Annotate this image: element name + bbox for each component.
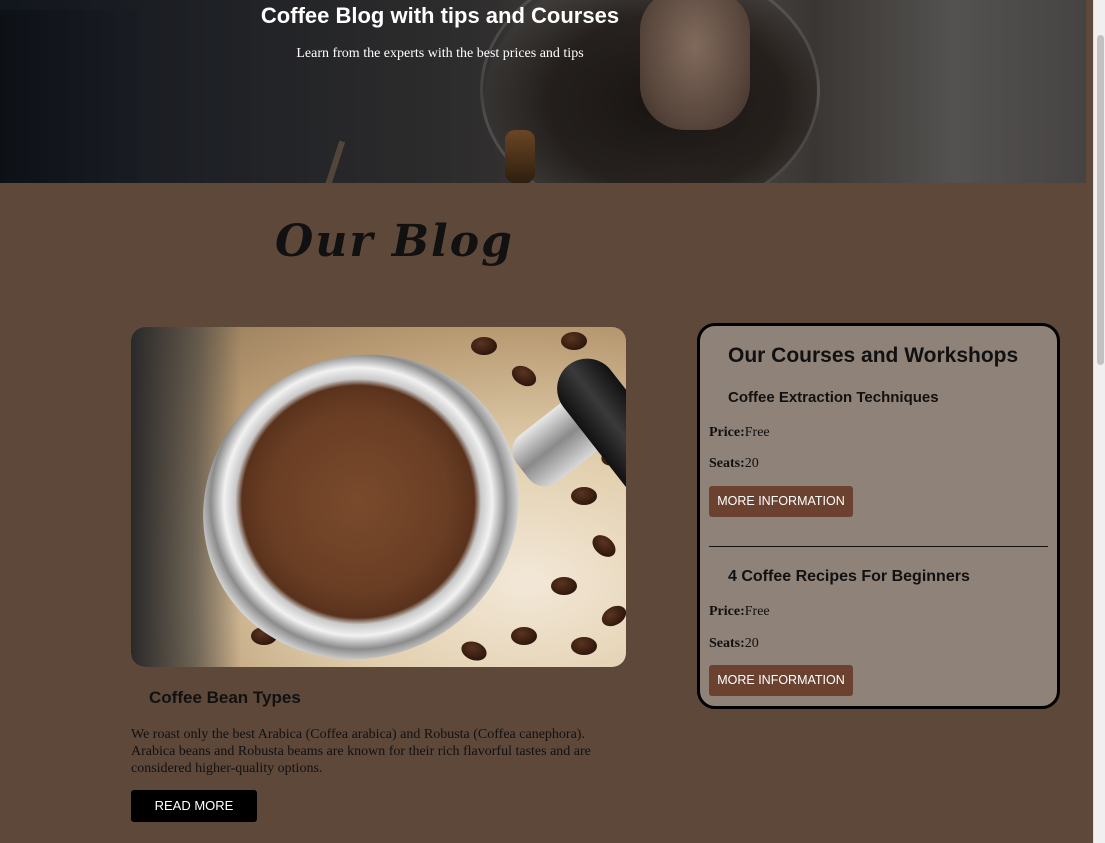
course-price: Price:Free [709,604,770,620]
blog-card-image [131,327,626,667]
seats-value: 20 [744,456,759,471]
coffee-bean [458,638,490,664]
hero-title: Coffee Blog with tips and Courses [260,3,620,28]
coffee-bean [551,577,577,595]
courses-title: Our Courses and Workshops [728,344,1019,367]
price-value: Free [744,425,770,440]
coffee-bean [571,637,597,655]
coffee-bean [508,361,540,391]
seats-value: 20 [744,636,759,651]
scrollbar-thumb[interactable] [1097,35,1104,365]
coffee-bean [571,487,597,505]
course-price: Price:Free [709,425,770,441]
more-information-button[interactable]: MORE INFORMATION [709,486,853,517]
price-label: Price: [709,604,745,619]
seats-label: Seats: [709,456,745,471]
vertical-scrollbar[interactable] [1093,0,1105,843]
more-information-button[interactable]: MORE INFORMATION [709,665,853,696]
course-seats: Seats:20 [709,636,759,652]
read-more-button[interactable]: READ MORE [131,790,257,822]
coffee-bean [561,332,587,350]
price-value: Free [744,604,770,619]
price-label: Price: [709,425,745,440]
blog-card-text: We roast only the best Arabica (Coffea a… [131,727,591,776]
coffee-bean [598,601,626,631]
coffee-bean [471,337,497,355]
coffee-bean [511,627,537,645]
coffee-bean [588,530,620,562]
blog-heading: Our Blog [275,216,514,267]
hero-subtitle: Learn from the experts with the best pri… [296,46,584,61]
courses-panel: Our Courses and Workshops Coffee Extract… [697,323,1060,709]
course-seats: Seats:20 [709,456,759,472]
course-name: 4 Coffee Recipes For Beginners [728,568,970,585]
course-divider [709,546,1048,547]
blog-card-title: Coffee Bean Types [149,688,301,707]
course-name: Coffee Extraction Techniques [728,389,939,406]
hero-banner: Coffee Blog with tips and Courses Learn … [0,0,1086,183]
seats-label: Seats: [709,636,745,651]
